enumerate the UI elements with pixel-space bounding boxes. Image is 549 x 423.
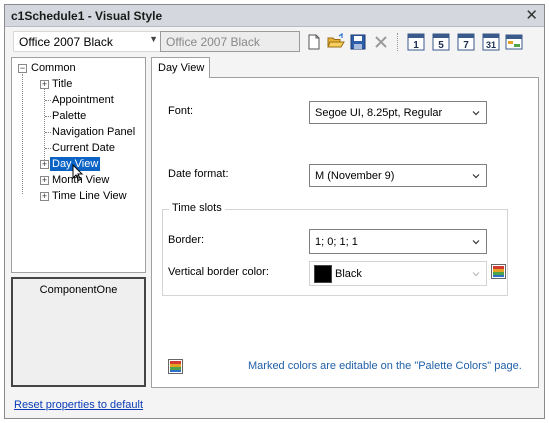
title-bar: c1Schedule1 - Visual Style ✕ [5, 5, 544, 27]
day-view-panel: Font: Segoe UI, 8.25pt, Regular Date for… [151, 77, 539, 388]
toolbar-separator [397, 33, 398, 51]
style-select[interactable]: Office 2007 Black ▼ [13, 31, 161, 52]
tab-label: Day View [158, 62, 205, 74]
chevron-down-icon[interactable]: ▼ [149, 34, 158, 44]
date-format-value: M (November 9) [315, 170, 395, 182]
expand-toggle-month-view[interactable]: + [40, 176, 49, 185]
tree-node-appointment[interactable]: Appointment [52, 93, 114, 107]
save-icon[interactable] [349, 33, 367, 51]
tree-connector [22, 74, 23, 194]
delete-icon[interactable] [372, 33, 390, 51]
chevron-down-icon [472, 174, 480, 179]
style-name-field[interactable]: Office 2007 Black [160, 31, 300, 52]
palette-color-marker-icon [491, 264, 506, 279]
vertical-border-color-select[interactable]: Black [309, 261, 487, 286]
expand-toggle-time-line-view[interactable]: + [40, 192, 49, 201]
font-select-value: Segoe UI, 8.25pt, Regular [315, 107, 443, 119]
tree-node-common[interactable]: Common [31, 61, 76, 75]
tree-connector [45, 148, 51, 149]
logo-panel: ComponentOne [11, 277, 146, 387]
font-select[interactable]: Segoe UI, 8.25pt, Regular [309, 101, 487, 124]
visual-style-window: c1Schedule1 - Visual Style ✕ Office 2007… [4, 4, 545, 419]
folder-open-icon[interactable] [327, 33, 345, 51]
style-name-value: Office 2007 Black [166, 35, 260, 49]
chevron-down-icon [472, 272, 480, 277]
window-title: c1Schedule1 - Visual Style [11, 9, 163, 23]
reset-properties-link[interactable]: Reset properties to default [14, 399, 143, 411]
vertical-border-color-label: Vertical border color: [168, 266, 269, 278]
tree-node-navigation-panel[interactable]: Navigation Panel [52, 125, 135, 139]
style-select-value: Office 2007 Black [19, 35, 113, 49]
chevron-down-icon [472, 111, 480, 116]
tree-node-palette[interactable]: Palette [52, 109, 86, 123]
tree-node-title[interactable]: Title [52, 77, 72, 91]
palette-color-marker-icon [168, 359, 183, 374]
font-label: Font: [168, 105, 194, 117]
expand-toggle-title[interactable]: + [40, 80, 49, 89]
week-view-icon[interactable]: 7 [457, 33, 475, 51]
time-slots-group-title: Time slots [169, 202, 225, 214]
tab-day-view[interactable]: Day View [151, 57, 210, 78]
border-label: Border: [168, 234, 205, 246]
palette-note: Marked colors are editable on the "Palet… [248, 360, 522, 372]
expand-toggle-day-view[interactable]: + [40, 160, 49, 169]
toolbar: Office 2007 Black ▼ Office 2007 Black 1 … [5, 28, 544, 56]
day-view-number: 1 [413, 40, 419, 51]
day-view-icon[interactable]: 1 [407, 33, 425, 51]
date-format-select[interactable]: M (November 9) [309, 164, 487, 187]
logo-text: ComponentOne [39, 284, 118, 296]
tree-node-current-date[interactable]: Current Date [52, 141, 115, 155]
chevron-down-icon [472, 240, 480, 245]
new-document-icon[interactable] [305, 33, 323, 51]
month-view-number: 31 [486, 40, 496, 50]
month-view-icon[interactable]: 31 [482, 33, 500, 51]
tree-node-month-view[interactable]: Month View [52, 173, 109, 187]
tree-node-time-line-view[interactable]: Time Line View [52, 189, 127, 203]
work-week-view-icon[interactable]: 5 [432, 33, 450, 51]
week-view-number: 7 [463, 40, 469, 51]
timeline-view-icon[interactable] [505, 33, 523, 51]
tree-connector [45, 116, 51, 117]
date-format-label: Date format: [168, 168, 229, 180]
border-value: 1; 0; 1; 1 [315, 236, 358, 248]
close-icon[interactable]: ✕ [525, 7, 538, 24]
border-select[interactable]: 1; 0; 1; 1 [309, 229, 487, 254]
tree-connector [45, 100, 51, 101]
work-week-view-number: 5 [438, 40, 444, 51]
collapse-toggle-common[interactable]: − [18, 64, 27, 73]
vertical-border-color-value: Black [335, 268, 362, 280]
color-swatch [314, 265, 332, 283]
tree-connector [45, 132, 51, 133]
settings-tree: − Common + Title Appointment Palette Nav… [11, 57, 146, 273]
